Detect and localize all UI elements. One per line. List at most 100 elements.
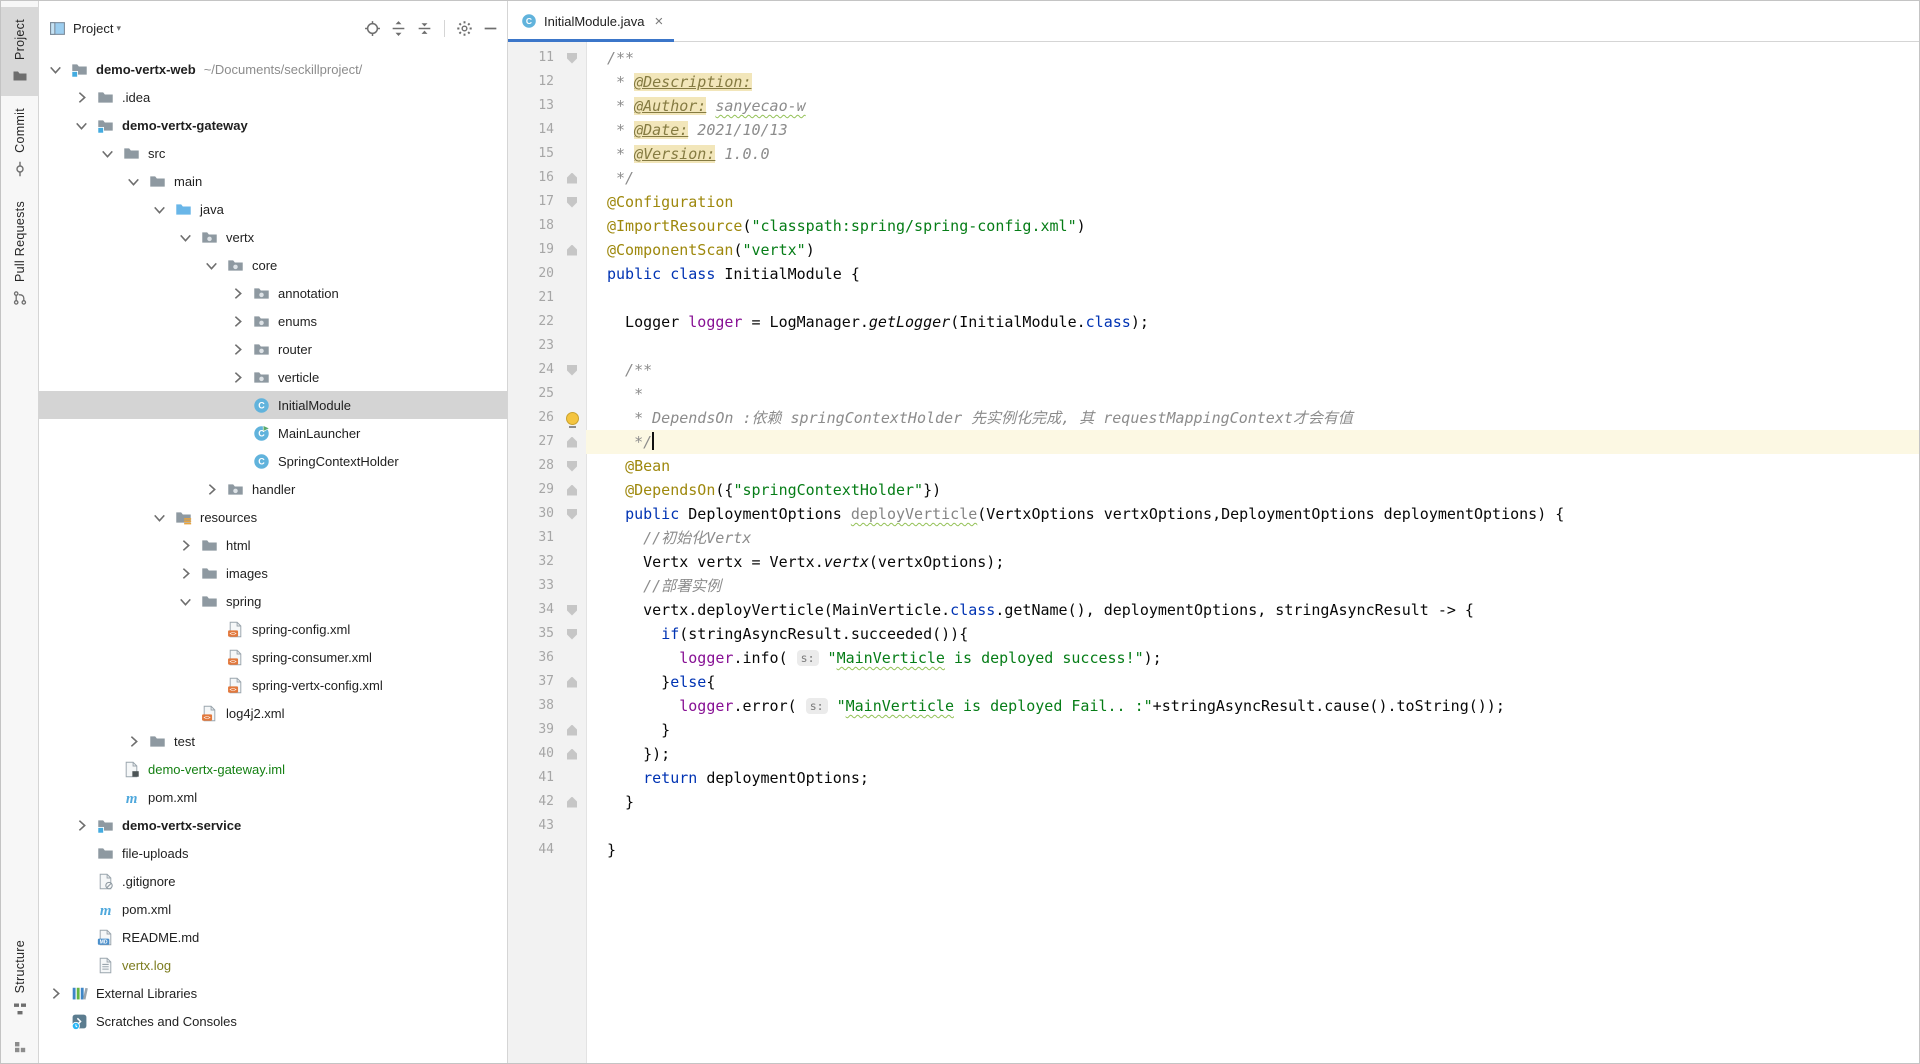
code-line-text[interactable]: public class InitialModule { <box>586 262 1919 286</box>
tree-item-core[interactable]: core <box>39 251 507 279</box>
code-line-text[interactable]: logger.info( s: "MainVerticle is deploye… <box>586 646 1919 670</box>
stripe-button-project[interactable]: Project <box>1 7 39 96</box>
tree-item-spring-config-xml[interactable]: <>spring-config.xml <box>39 615 507 643</box>
chevron-down-icon[interactable] <box>151 201 168 218</box>
code-line-text[interactable]: @DependsOn({"springContextHolder"}) <box>586 478 1919 502</box>
code-line-37[interactable]: 37 }else{ <box>508 670 1919 694</box>
fold-region-end-icon[interactable] <box>567 173 577 184</box>
code-line-text[interactable]: }); <box>586 742 1919 766</box>
chevron-right-icon[interactable] <box>229 341 246 358</box>
fold-region-end-icon[interactable] <box>567 245 577 256</box>
code-line-24[interactable]: 24 /** <box>508 358 1919 382</box>
code-line-11[interactable]: 11/** <box>508 46 1919 70</box>
tab-initialmodule-java[interactable]: C InitialModule.java × <box>508 1 674 41</box>
code-line-text[interactable]: * DependsOn :依赖 springContextHolder 先实例化… <box>586 406 1919 430</box>
tree-item-mainlauncher[interactable]: CMainLauncher <box>39 419 507 447</box>
tree-item-log4j2-xml[interactable]: <>log4j2.xml <box>39 699 507 727</box>
code-line-41[interactable]: 41 return deploymentOptions; <box>508 766 1919 790</box>
chevron-right-icon[interactable] <box>177 537 194 554</box>
tree-item-images[interactable]: images <box>39 559 507 587</box>
fold-region-end-icon[interactable] <box>567 749 577 760</box>
code-line-text[interactable]: logger.error( s: "MainVerticle is deploy… <box>586 694 1919 718</box>
code-line-text[interactable]: @Bean <box>586 454 1919 478</box>
code-line-text[interactable]: vertx.deployVerticle(MainVerticle.class.… <box>586 598 1919 622</box>
window-layout-icon[interactable] <box>12 1039 28 1055</box>
tree-item--idea[interactable]: .idea <box>39 83 507 111</box>
code-line-29[interactable]: 29 @DependsOn({"springContextHolder"}) <box>508 478 1919 502</box>
tree-item-initialmodule[interactable]: CInitialModule <box>39 391 507 419</box>
code-line-43[interactable]: 43 <box>508 814 1919 838</box>
fold-region-end-icon[interactable] <box>567 485 577 496</box>
chevron-right-icon[interactable] <box>229 369 246 386</box>
code-line-13[interactable]: 13 * @Author: sanyecao-w <box>508 94 1919 118</box>
code-line-text[interactable]: /** <box>586 46 1919 70</box>
tree-item-verticle[interactable]: verticle <box>39 363 507 391</box>
code-line-16[interactable]: 16 */ <box>508 166 1919 190</box>
locate-icon[interactable] <box>364 20 381 37</box>
fold-region-end-icon[interactable] <box>567 725 577 736</box>
chevron-down-icon[interactable] <box>177 593 194 610</box>
code-line-21[interactable]: 21 <box>508 286 1919 310</box>
code-line-12[interactable]: 12 * @Description: <box>508 70 1919 94</box>
code-line-27[interactable]: 27 */ <box>508 430 1919 454</box>
chevron-right-icon[interactable] <box>177 565 194 582</box>
code-line-text[interactable]: return deploymentOptions; <box>586 766 1919 790</box>
stripe-button-commit[interactable]: Commit <box>1 96 39 189</box>
code-line-34[interactable]: 34 vertx.deployVerticle(MainVerticle.cla… <box>508 598 1919 622</box>
hide-icon[interactable] <box>482 20 499 37</box>
code-line-35[interactable]: 35 if(stringAsyncResult.succeeded()){ <box>508 622 1919 646</box>
code-line-17[interactable]: 17@Configuration <box>508 190 1919 214</box>
code-line-text[interactable]: * @Version: 1.0.0 <box>586 142 1919 166</box>
intention-bulb-icon[interactable] <box>566 412 579 425</box>
chevron-down-icon[interactable]: ▾ <box>116 23 121 34</box>
code-line-text[interactable]: * <box>586 382 1919 406</box>
chevron-right-icon[interactable] <box>203 481 220 498</box>
tree-item-src[interactable]: src <box>39 139 507 167</box>
tree-item-demo-vertx-gateway[interactable]: demo-vertx-gateway <box>39 111 507 139</box>
code-line-text[interactable] <box>586 334 1919 358</box>
tree-item-demo-vertx-gateway-iml[interactable]: demo-vertx-gateway.iml <box>39 755 507 783</box>
code-line-text[interactable]: Vertx vertx = Vertx.vertx(vertxOptions); <box>586 550 1919 574</box>
code-line-text[interactable]: @ImportResource("classpath:spring/spring… <box>586 214 1919 238</box>
tree-item-handler[interactable]: handler <box>39 475 507 503</box>
code-line-44[interactable]: 44} <box>508 838 1919 862</box>
tree-item-vertx[interactable]: vertx <box>39 223 507 251</box>
tree-item-spring-consumer-xml[interactable]: <>spring-consumer.xml <box>39 643 507 671</box>
code-line-28[interactable]: 28 @Bean <box>508 454 1919 478</box>
chevron-down-icon[interactable] <box>125 173 142 190</box>
tree-item-pom-xml[interactable]: mpom.xml <box>39 783 507 811</box>
tree-item--gitignore[interactable]: .gitignore <box>39 867 507 895</box>
tree-item-vertx-log[interactable]: vertx.log <box>39 951 507 979</box>
chevron-right-icon[interactable] <box>73 89 90 106</box>
tree-item-java[interactable]: java <box>39 195 507 223</box>
chevron-down-icon[interactable] <box>99 145 116 162</box>
tree-item-external-libraries[interactable]: External Libraries <box>39 979 507 1007</box>
chevron-right-icon[interactable] <box>47 985 64 1002</box>
code-line-text[interactable]: */ <box>586 430 1919 454</box>
expand-all-icon[interactable] <box>390 20 407 37</box>
code-line-text[interactable] <box>586 814 1919 838</box>
chevron-down-icon[interactable] <box>151 509 168 526</box>
tree-item-pom-xml[interactable]: mpom.xml <box>39 895 507 923</box>
tree-item-readme-md[interactable]: MDREADME.md <box>39 923 507 951</box>
tree-item-spring-vertx-config-xml[interactable]: <>spring-vertx-config.xml <box>39 671 507 699</box>
fold-region-end-icon[interactable] <box>567 677 577 688</box>
fold-region-start-icon[interactable] <box>567 53 577 64</box>
code-line-15[interactable]: 15 * @Version: 1.0.0 <box>508 142 1919 166</box>
code-line-text[interactable]: } <box>586 790 1919 814</box>
code-line-31[interactable]: 31 //初始化Vertx <box>508 526 1919 550</box>
chevron-down-icon[interactable] <box>177 229 194 246</box>
code-line-text[interactable]: } <box>586 718 1919 742</box>
stripe-button-structure[interactable]: Structure <box>1 928 39 1029</box>
settings-icon[interactable] <box>456 20 473 37</box>
code-line-30[interactable]: 30 public DeploymentOptions deployVertic… <box>508 502 1919 526</box>
tree-item-router[interactable]: router <box>39 335 507 363</box>
code-line-26[interactable]: 26 * DependsOn :依赖 springContextHolder 先… <box>508 406 1919 430</box>
stripe-button-pull-requests[interactable]: Pull Requests <box>1 189 39 318</box>
code-line-19[interactable]: 19@ComponentScan("vertx") <box>508 238 1919 262</box>
tree-item-html[interactable]: html <box>39 531 507 559</box>
close-icon[interactable]: × <box>654 14 663 29</box>
code-line-36[interactable]: 36 logger.info( s: "MainVerticle is depl… <box>508 646 1919 670</box>
chevron-down-icon[interactable] <box>203 257 220 274</box>
code-line-25[interactable]: 25 * <box>508 382 1919 406</box>
